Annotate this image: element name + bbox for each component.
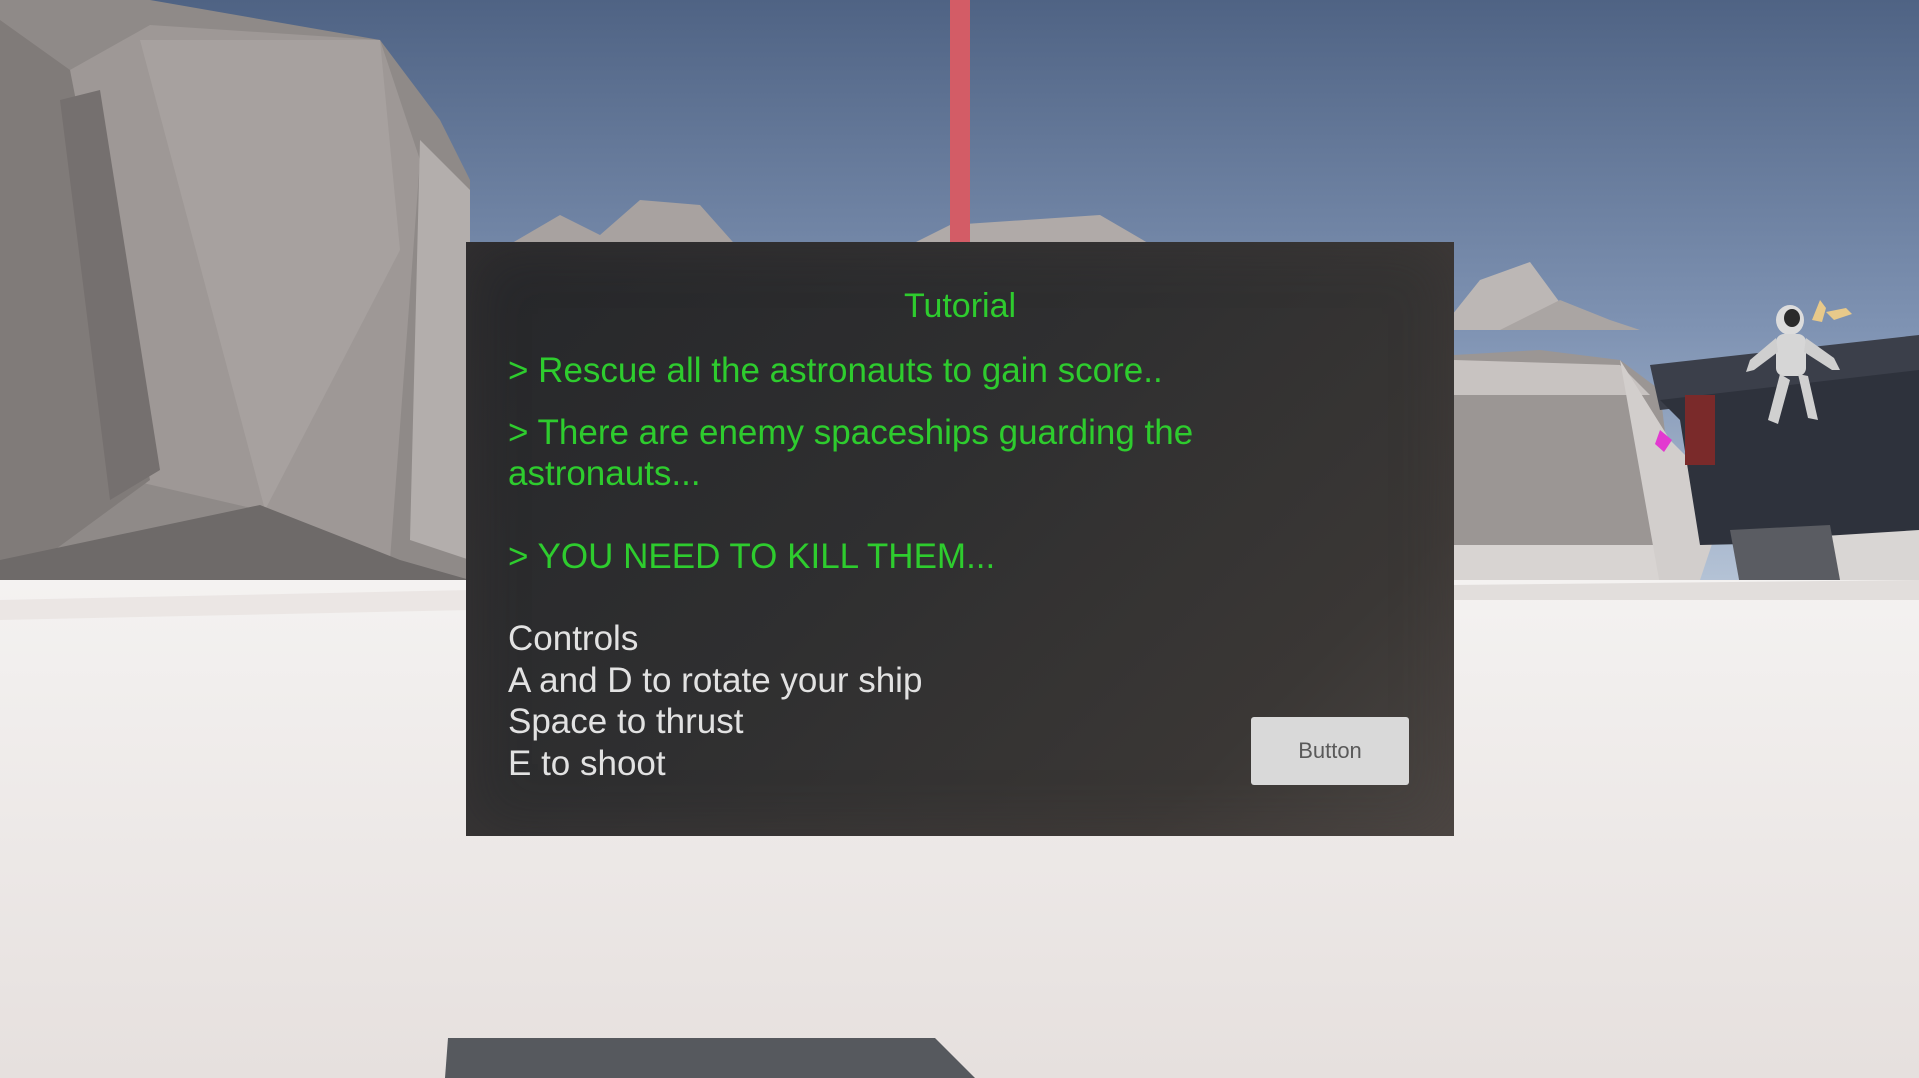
ship-shadow	[445, 1038, 975, 1078]
objective-rescue-line: > Rescue all the astronauts to gain scor…	[508, 351, 1163, 390]
objective-kill-line: > YOU NEED TO KILL THEM...	[508, 537, 996, 576]
tutorial-panel: Tutorial > Rescue all the astronauts to …	[466, 242, 1454, 836]
controls-section: Controls A and D to rotate your ship Spa…	[508, 618, 922, 784]
control-thrust: Space to thrust	[508, 702, 744, 741]
control-shoot: E to shoot	[508, 743, 666, 783]
control-rotate: A and D to rotate your ship	[508, 660, 923, 700]
objective-enemies-line: > There are enemy spaceships guarding th…	[508, 413, 1194, 493]
continue-button[interactable]: Button	[1251, 717, 1409, 785]
tutorial-title: Tutorial	[903, 287, 1017, 325]
controls-heading: Controls	[508, 619, 639, 658]
game-scene: Tutorial > Rescue all the astronauts to …	[0, 0, 1919, 1078]
beacon-beam	[950, 0, 970, 245]
